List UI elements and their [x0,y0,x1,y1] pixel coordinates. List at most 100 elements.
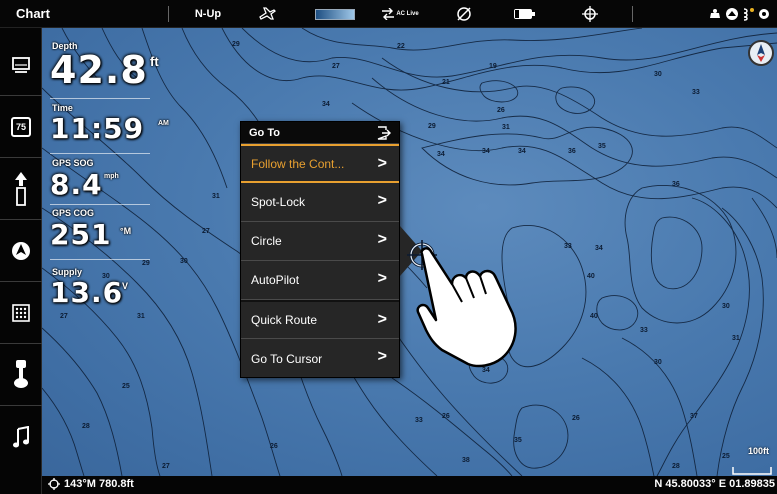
menu-item-go-to-cursor[interactable]: Go To Cursor > [241,339,399,378]
navigation-button[interactable] [0,220,42,282]
menu-item-follow-the-contour[interactable]: Follow the Cont... > [241,144,399,183]
keypad-icon [12,303,30,322]
crossed-circle-icon[interactable] [452,4,476,24]
contour-label: 26 [270,443,278,450]
contour-label: 30 [180,258,188,265]
chevron-right-icon: > [377,270,387,287]
trolling-motor-icon [14,359,28,388]
menu-item-label: Follow the Cont... [251,156,345,171]
divider [50,259,150,260]
contour-label: 34 [595,245,603,252]
app-title: Chart [16,6,50,21]
menu-item-autopilot[interactable]: AutoPilot > [241,261,399,300]
speaker-icon [710,9,720,18]
contour-label: 27 [332,63,340,70]
music-button[interactable] [0,406,42,468]
scale-label: 100ft [747,446,769,456]
contour-label: 29 [232,41,240,48]
gps-cog-value: 251 [50,218,112,251]
music-icon [13,426,29,448]
contour-label: 27 [202,228,210,235]
menu-title: Go To [249,126,280,139]
divider [632,6,633,22]
contour-label: 30 [654,71,662,78]
gps-cog-label: GPS COG [52,208,95,218]
menu-item-label: Spot-Lock [251,195,306,209]
menu-item-label: Quick Route [251,313,318,327]
contour-label: 38 [462,457,470,464]
contour-label: 34 [482,148,490,155]
divider [50,153,150,154]
plane-icon[interactable] [255,4,279,24]
chart-mode-icon [726,8,738,20]
pointing-hand-icon [412,246,527,375]
settings-icon [759,9,769,19]
keypad-button[interactable] [0,282,42,344]
signal-icon [743,8,754,21]
chart-shading-icon[interactable] [314,4,356,24]
menu-item-label: Circle [251,234,282,248]
contour-label: 26 [572,415,580,422]
navigation-icon [12,241,30,260]
menu-item-spot-lock[interactable]: Spot-Lock > [241,183,399,222]
contour-label: 35 [598,143,606,150]
chevron-right-icon: > [377,311,387,328]
exit-icon[interactable] [377,126,391,143]
contour-label: 26 [442,413,450,420]
top-status-bar: Chart N-Up AC Live [0,0,777,28]
temperature-icon: 75 [11,116,31,137]
gps-cog-unit: °M [120,226,132,236]
supply-value: 13.6 [50,276,124,309]
divider [50,204,150,205]
left-sidebar: 75 [0,28,42,494]
menu-item-circle[interactable]: Circle > [241,222,399,261]
compass-icon[interactable] [748,40,774,66]
views-button[interactable] [0,34,42,96]
gps-sog-value: 8.4 [50,168,103,201]
contour-label: 31 [732,335,740,342]
divider [50,98,150,99]
contour-label: 19 [489,63,497,70]
chevron-right-icon: > [377,155,387,172]
contour-label: 26 [497,107,505,114]
contour-label: 30 [654,359,662,366]
boat-button[interactable] [0,158,42,220]
menu-item-label: AutoPilot [251,273,300,287]
contour-label: 28 [672,463,680,470]
menu-item-quick-route[interactable]: Quick Route > [241,300,399,339]
contour-label: 25 [722,453,730,460]
contour-label: 34 [518,148,526,155]
chevron-right-icon: > [377,192,387,209]
contour-label: 28 [82,423,90,430]
trolling-motor-button[interactable] [0,344,42,406]
contour-label: 27 [60,313,68,320]
status-icons-group [708,4,777,24]
heading-distance: 143°M 780.8ft [64,478,134,490]
orientation-button[interactable]: N-Up [186,4,230,24]
contour-label: 31 [137,313,145,320]
chevron-right-icon: > [377,231,387,248]
boat-icon [15,171,27,206]
ac-live-icon[interactable]: AC Live [380,4,420,24]
gps-position-icon [48,478,60,490]
contour-label: 33 [564,243,572,250]
contour-label: 27 [162,463,170,470]
heading-readout: 143°M 780.8ft [48,478,134,490]
contour-label: 34 [322,101,330,108]
position-readout: N 45.80033° E 01.89835 [654,478,775,490]
contour-label: 33 [640,327,648,334]
contour-label: 25 [122,383,130,390]
contour-label: 21 [442,79,450,86]
battery-icon [512,4,538,24]
supply-unit: V [122,281,129,291]
contour-label: 34 [437,151,445,158]
contour-label: 35 [514,437,522,444]
depth-value: 42.8 [50,48,148,92]
gps-sog-unit: mph [104,173,119,180]
contour-label: 30 [722,303,730,310]
scale-bar: 100ft [732,446,772,475]
temperature-button[interactable]: 75 [0,96,42,158]
menu-header: Go To [241,122,399,144]
divider [168,6,169,22]
ac-live-label: AC Live [396,11,419,17]
